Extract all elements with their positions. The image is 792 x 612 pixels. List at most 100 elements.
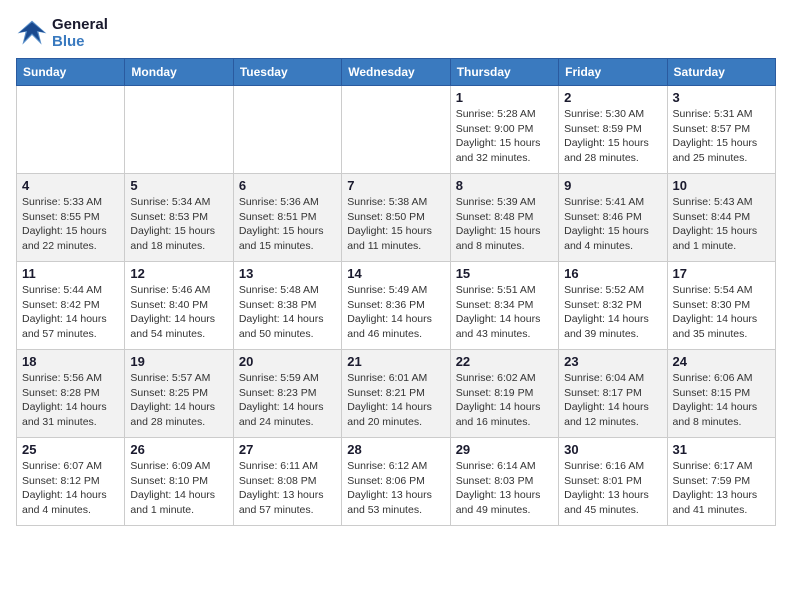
day-number: 26 [130,442,227,457]
calendar-day-cell: 30 Sunrise: 6:16 AM Sunset: 8:01 PM Dayli… [559,438,667,526]
day-info: Sunrise: 5:28 AM Sunset: 9:00 PM Dayligh… [456,107,553,166]
day-number: 10 [673,178,770,193]
day-number: 24 [673,354,770,369]
day-number: 31 [673,442,770,457]
calendar-day-cell [17,86,125,174]
day-number: 7 [347,178,444,193]
calendar-day-cell: 29 Sunrise: 6:14 AM Sunset: 8:03 PM Dayli… [450,438,558,526]
day-of-week-header: Thursday [450,59,558,86]
day-info: Sunrise: 5:57 AM Sunset: 8:25 PM Dayligh… [130,371,227,430]
calendar-day-cell: 10 Sunrise: 5:43 AM Sunset: 8:44 PM Dayli… [667,174,775,262]
day-number: 4 [22,178,119,193]
day-info: Sunrise: 5:34 AM Sunset: 8:53 PM Dayligh… [130,195,227,254]
calendar-week-row: 25 Sunrise: 6:07 AM Sunset: 8:12 PM Dayli… [17,438,776,526]
calendar-day-cell: 15 Sunrise: 5:51 AM Sunset: 8:34 PM Dayli… [450,262,558,350]
calendar-day-cell: 8 Sunrise: 5:39 AM Sunset: 8:48 PM Daylig… [450,174,558,262]
day-number: 16 [564,266,661,281]
day-info: Sunrise: 6:06 AM Sunset: 8:15 PM Dayligh… [673,371,770,430]
day-info: Sunrise: 6:11 AM Sunset: 8:08 PM Dayligh… [239,459,336,518]
day-info: Sunrise: 5:44 AM Sunset: 8:42 PM Dayligh… [22,283,119,342]
calendar-header-row: SundayMondayTuesdayWednesdayThursdayFrid… [17,59,776,86]
day-info: Sunrise: 5:39 AM Sunset: 8:48 PM Dayligh… [456,195,553,254]
day-info: Sunrise: 5:48 AM Sunset: 8:38 PM Dayligh… [239,283,336,342]
day-number: 27 [239,442,336,457]
logo: General Blue [16,16,108,50]
day-number: 22 [456,354,553,369]
day-info: Sunrise: 5:59 AM Sunset: 8:23 PM Dayligh… [239,371,336,430]
day-info: Sunrise: 5:49 AM Sunset: 8:36 PM Dayligh… [347,283,444,342]
header: General Blue [16,16,776,50]
calendar-day-cell: 16 Sunrise: 5:52 AM Sunset: 8:32 PM Dayli… [559,262,667,350]
day-number: 12 [130,266,227,281]
calendar-day-cell: 23 Sunrise: 6:04 AM Sunset: 8:17 PM Dayli… [559,350,667,438]
calendar-day-cell: 3 Sunrise: 5:31 AM Sunset: 8:57 PM Daylig… [667,86,775,174]
day-info: Sunrise: 5:30 AM Sunset: 8:59 PM Dayligh… [564,107,661,166]
day-number: 14 [347,266,444,281]
calendar-day-cell: 11 Sunrise: 5:44 AM Sunset: 8:42 PM Dayli… [17,262,125,350]
day-number: 15 [456,266,553,281]
day-info: Sunrise: 5:56 AM Sunset: 8:28 PM Dayligh… [22,371,119,430]
calendar-day-cell: 17Sunrise: 5:54 AM Sunset: 8:30 PM Dayli… [667,262,775,350]
calendar-week-row: 11 Sunrise: 5:44 AM Sunset: 8:42 PM Dayli… [17,262,776,350]
calendar-day-cell: 1Sunrise: 5:28 AM Sunset: 9:00 PM Daylig… [450,86,558,174]
calendar-day-cell: 22 Sunrise: 6:02 AM Sunset: 8:19 PM Dayli… [450,350,558,438]
day-info: Sunrise: 6:14 AM Sunset: 8:03 PM Dayligh… [456,459,553,518]
calendar-week-row: 18Sunrise: 5:56 AM Sunset: 8:28 PM Dayli… [17,350,776,438]
day-info: Sunrise: 5:52 AM Sunset: 8:32 PM Dayligh… [564,283,661,342]
calendar-day-cell: 2 Sunrise: 5:30 AM Sunset: 8:59 PM Daylig… [559,86,667,174]
calendar-day-cell [342,86,450,174]
calendar-day-cell: 26Sunrise: 6:09 AM Sunset: 8:10 PM Dayli… [125,438,233,526]
day-number: 29 [456,442,553,457]
day-info: Sunrise: 5:33 AM Sunset: 8:55 PM Dayligh… [22,195,119,254]
day-info: Sunrise: 6:16 AM Sunset: 8:01 PM Dayligh… [564,459,661,518]
day-number: 11 [22,266,119,281]
calendar-day-cell: 28 Sunrise: 6:12 AM Sunset: 8:06 PM Dayli… [342,438,450,526]
logo-text: General Blue [52,16,108,50]
calendar-day-cell [125,86,233,174]
calendar-day-cell: 27 Sunrise: 6:11 AM Sunset: 8:08 PM Dayli… [233,438,341,526]
day-info: Sunrise: 6:02 AM Sunset: 8:19 PM Dayligh… [456,371,553,430]
calendar-week-row: 4 Sunrise: 5:33 AM Sunset: 8:55 PM Daylig… [17,174,776,262]
day-of-week-header: Sunday [17,59,125,86]
day-number: 25 [22,442,119,457]
day-number: 13 [239,266,336,281]
calendar-day-cell: 25 Sunrise: 6:07 AM Sunset: 8:12 PM Dayli… [17,438,125,526]
day-info: Sunrise: 6:01 AM Sunset: 8:21 PM Dayligh… [347,371,444,430]
calendar-day-cell: 31 Sunrise: 6:17 AM Sunset: 7:59 PM Dayli… [667,438,775,526]
day-of-week-header: Tuesday [233,59,341,86]
day-info: Sunrise: 6:04 AM Sunset: 8:17 PM Dayligh… [564,371,661,430]
calendar-day-cell: 24 Sunrise: 6:06 AM Sunset: 8:15 PM Dayli… [667,350,775,438]
day-info: Sunrise: 6:07 AM Sunset: 8:12 PM Dayligh… [22,459,119,518]
calendar-day-cell: 4 Sunrise: 5:33 AM Sunset: 8:55 PM Daylig… [17,174,125,262]
calendar-week-row: 1Sunrise: 5:28 AM Sunset: 9:00 PM Daylig… [17,86,776,174]
day-number: 6 [239,178,336,193]
calendar-day-cell: 20Sunrise: 5:59 AM Sunset: 8:23 PM Dayli… [233,350,341,438]
day-info: Sunrise: 5:41 AM Sunset: 8:46 PM Dayligh… [564,195,661,254]
day-info: Sunrise: 6:17 AM Sunset: 7:59 PM Dayligh… [673,459,770,518]
day-number: 23 [564,354,661,369]
day-number: 19 [130,354,227,369]
calendar-day-cell: 19 Sunrise: 5:57 AM Sunset: 8:25 PM Dayli… [125,350,233,438]
day-info: Sunrise: 5:46 AM Sunset: 8:40 PM Dayligh… [130,283,227,342]
day-info: Sunrise: 5:54 AM Sunset: 8:30 PM Dayligh… [673,283,770,342]
day-number: 21 [347,354,444,369]
day-info: Sunrise: 5:51 AM Sunset: 8:34 PM Dayligh… [456,283,553,342]
day-of-week-header: Monday [125,59,233,86]
day-info: Sunrise: 6:12 AM Sunset: 8:06 PM Dayligh… [347,459,444,518]
day-info: Sunrise: 5:43 AM Sunset: 8:44 PM Dayligh… [673,195,770,254]
calendar-day-cell: 14 Sunrise: 5:49 AM Sunset: 8:36 PM Dayli… [342,262,450,350]
calendar-day-cell: 12 Sunrise: 5:46 AM Sunset: 8:40 PM Dayli… [125,262,233,350]
day-number: 5 [130,178,227,193]
day-number: 2 [564,90,661,105]
day-number: 3 [673,90,770,105]
day-number: 8 [456,178,553,193]
logo-icon [16,19,48,47]
calendar-day-cell: 6 Sunrise: 5:36 AM Sunset: 8:51 PM Daylig… [233,174,341,262]
day-info: Sunrise: 5:36 AM Sunset: 8:51 PM Dayligh… [239,195,336,254]
day-number: 30 [564,442,661,457]
day-of-week-header: Friday [559,59,667,86]
day-number: 9 [564,178,661,193]
calendar-table: SundayMondayTuesdayWednesdayThursdayFrid… [16,58,776,526]
day-info: Sunrise: 5:31 AM Sunset: 8:57 PM Dayligh… [673,107,770,166]
day-number: 28 [347,442,444,457]
